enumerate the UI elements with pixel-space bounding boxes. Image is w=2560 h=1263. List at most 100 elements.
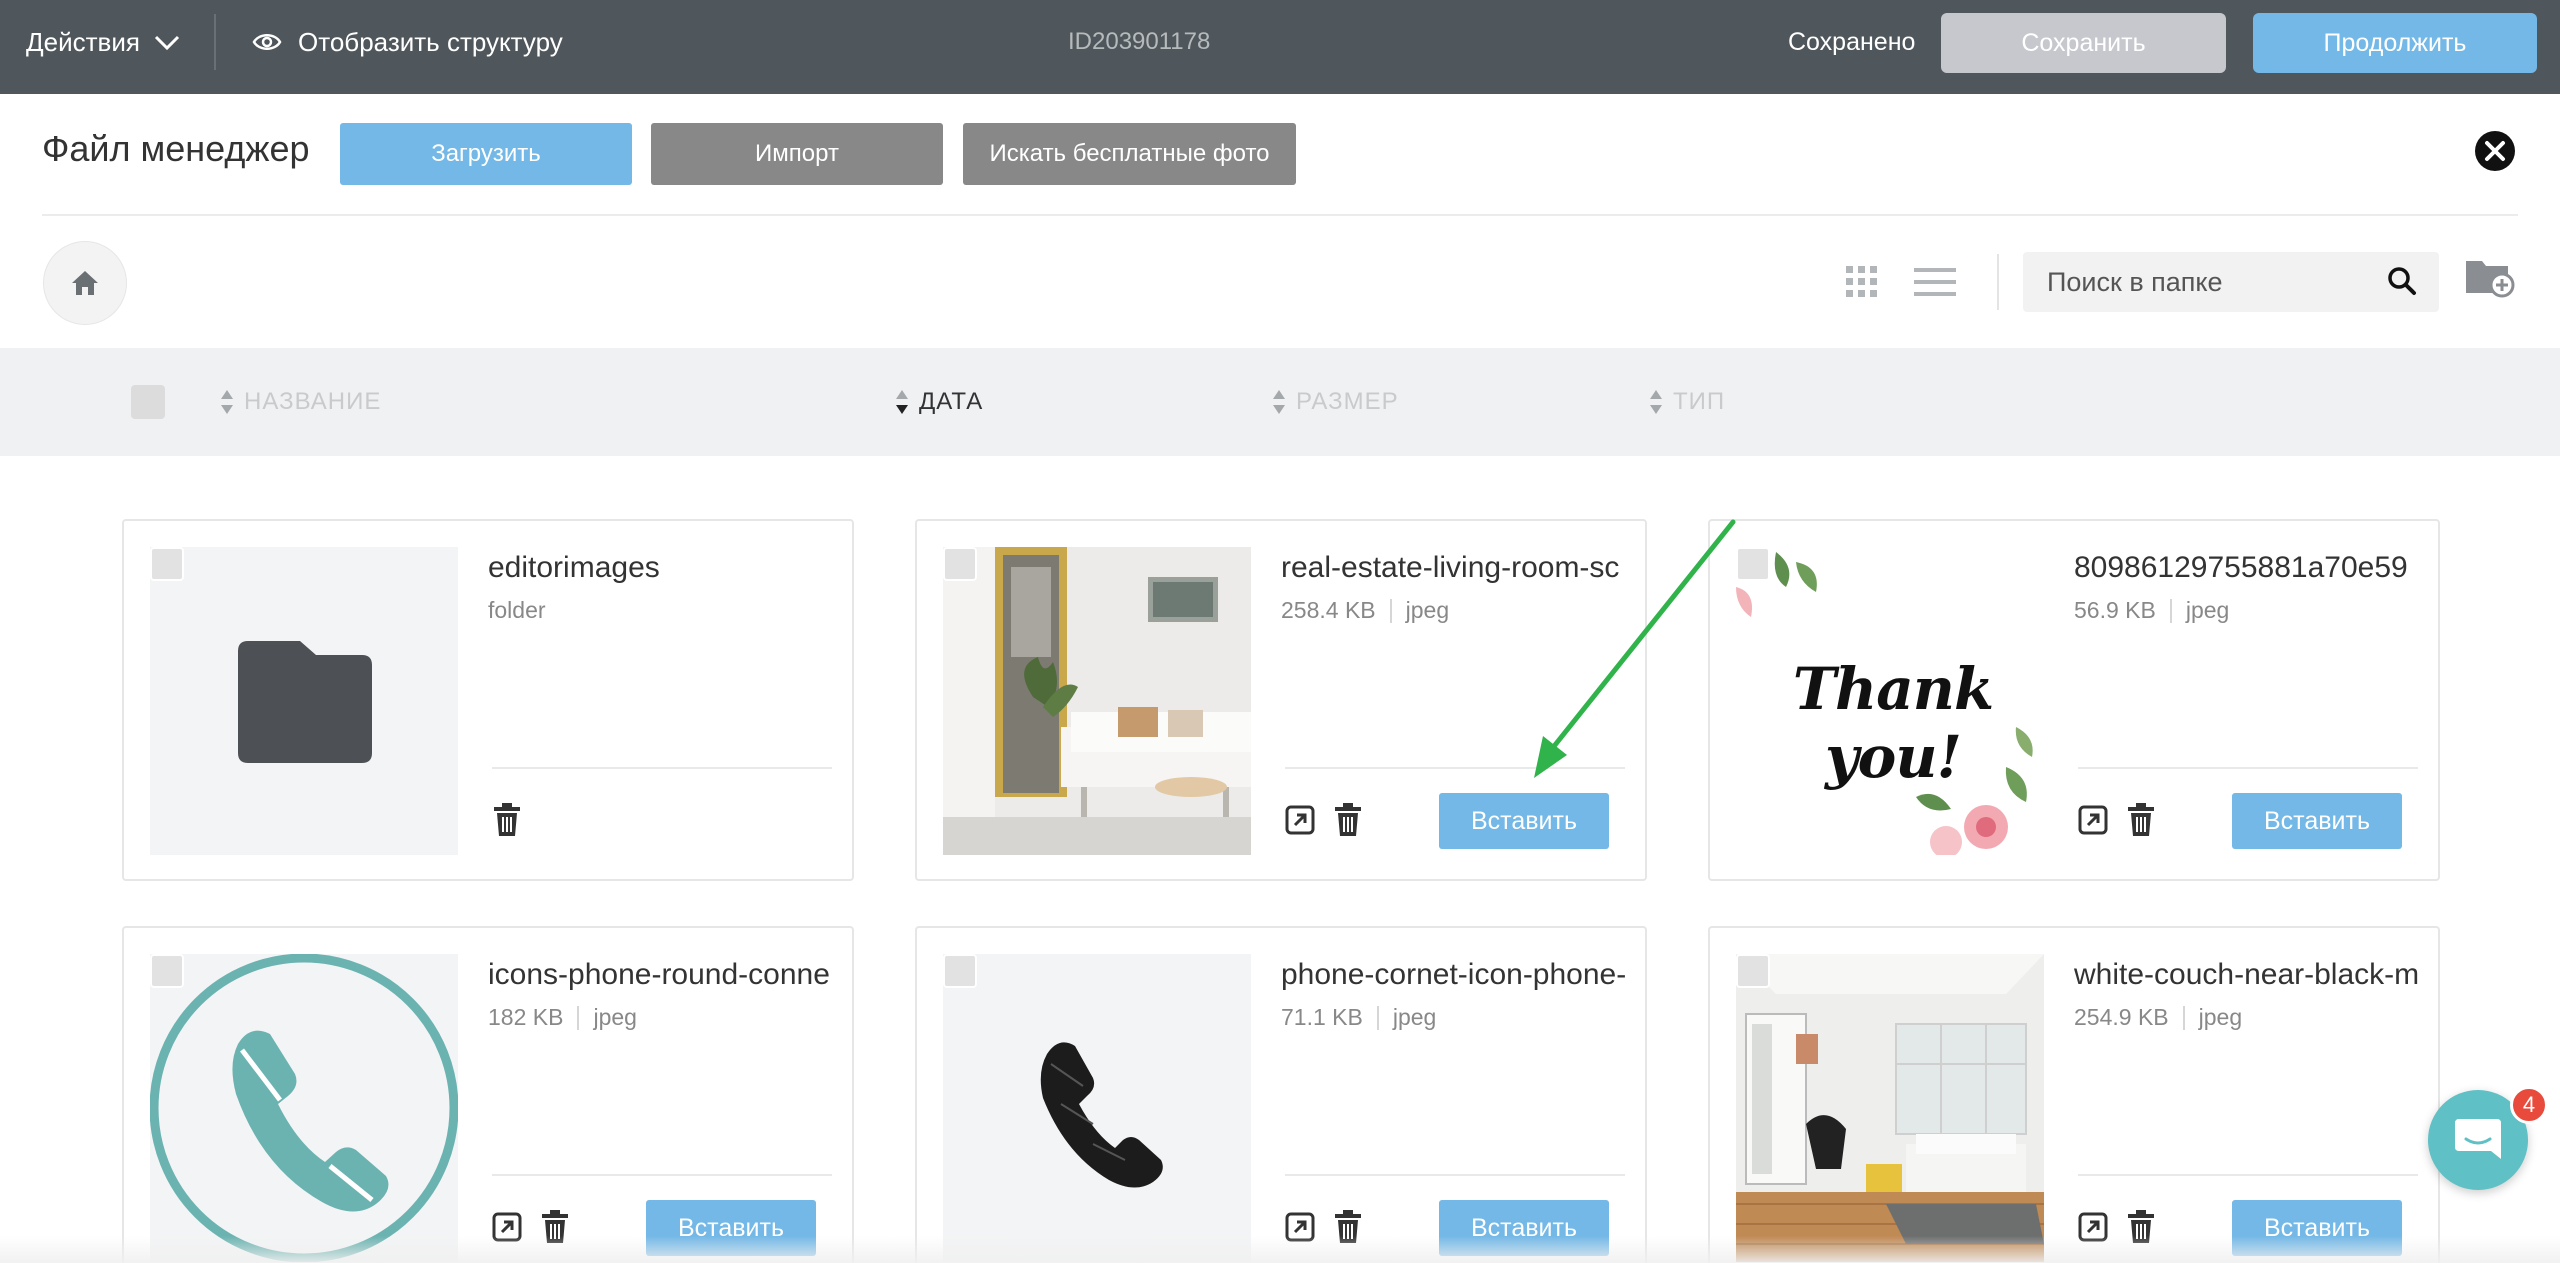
phone-round-thumbnail[interactable] bbox=[150, 954, 458, 1262]
continue-button[interactable]: Продолжить bbox=[2253, 13, 2537, 73]
file-checkbox[interactable] bbox=[943, 954, 977, 988]
new-folder-icon[interactable] bbox=[2464, 255, 2516, 304]
show-structure-toggle[interactable]: Отобразить структуру bbox=[252, 0, 563, 84]
home-button[interactable] bbox=[43, 241, 127, 325]
sort-by-type[interactable]: ТИП bbox=[1649, 384, 1725, 420]
file-size: 258.4 KB bbox=[1281, 597, 1376, 623]
trash-icon[interactable] bbox=[492, 803, 522, 842]
file-meta: 258.4 KB jpeg bbox=[1281, 597, 1449, 624]
card-divider bbox=[1285, 1174, 1625, 1176]
import-button[interactable]: Импорт bbox=[651, 123, 943, 185]
topbar-divider bbox=[214, 14, 216, 70]
phone-round-image bbox=[150, 954, 458, 1262]
meta-separator bbox=[577, 1005, 580, 1030]
phone-cornet-image bbox=[1040, 1042, 1163, 1188]
file-type: jpeg bbox=[2198, 1004, 2243, 1030]
sort-arrows-icon bbox=[1649, 388, 1663, 416]
sort-arrows-icon bbox=[220, 388, 234, 416]
list-view-icon[interactable] bbox=[1914, 268, 1956, 301]
thank-you-thumbnail[interactable]: Thank you! bbox=[1736, 547, 2044, 855]
trash-icon[interactable] bbox=[1333, 803, 1363, 842]
file-card[interactable]: icons-phone-round-conne 182 KB jpeg Вста… bbox=[122, 926, 854, 1263]
site-id: ID203901178 bbox=[1068, 28, 1211, 55]
file-card[interactable]: real-estate-living-room-sc 258.4 KB jpeg… bbox=[915, 519, 1647, 881]
card-divider bbox=[492, 767, 832, 769]
chat-widget-button[interactable]: 4 bbox=[2428, 1086, 2548, 1190]
card-divider bbox=[492, 1174, 832, 1176]
file-meta: 182 KB jpeg bbox=[488, 1004, 637, 1031]
upload-button[interactable]: Загрузить bbox=[340, 123, 632, 185]
file-type: jpeg bbox=[1392, 1004, 1437, 1030]
sort-by-size[interactable]: РАЗМЕР bbox=[1272, 384, 1399, 420]
save-button[interactable]: Сохранить bbox=[1941, 13, 2226, 73]
insert-button[interactable]: Вставить bbox=[1439, 793, 1609, 849]
file-name: phone-cornet-icon-phone- bbox=[1281, 958, 1627, 991]
folder-thumbnail[interactable] bbox=[150, 547, 458, 855]
open-external-icon[interactable] bbox=[2078, 805, 2108, 840]
search-icon[interactable] bbox=[2387, 266, 2417, 301]
card-divider bbox=[2078, 1174, 2418, 1176]
meta-separator bbox=[2182, 1005, 2185, 1030]
file-type: jpeg bbox=[593, 1004, 637, 1030]
meta-separator bbox=[2169, 598, 2172, 623]
structure-label: Отобразить структуру bbox=[298, 26, 563, 57]
file-card[interactable]: editorimages folder bbox=[122, 519, 854, 881]
search-box bbox=[2023, 252, 2439, 312]
chevron-down-icon bbox=[154, 27, 180, 58]
file-card[interactable]: white-couch-near-black-m 254.9 KB jpeg В… bbox=[1708, 926, 2440, 1263]
card-divider bbox=[1285, 767, 1625, 769]
file-card[interactable]: phone-cornet-icon-phone- 71.1 KB jpeg Вс… bbox=[915, 926, 1647, 1263]
phone-cornet-thumbnail[interactable] bbox=[943, 954, 1251, 1262]
file-meta: 71.1 KB jpeg bbox=[1281, 1004, 1436, 1031]
file-checkbox[interactable] bbox=[150, 547, 184, 581]
sort-arrows-icon bbox=[1272, 388, 1286, 416]
toolbar-divider bbox=[1997, 254, 1999, 310]
file-name: editorimages bbox=[488, 551, 660, 584]
column-date-label: ДАТА bbox=[919, 388, 984, 415]
file-type: folder bbox=[488, 597, 546, 623]
meta-separator bbox=[1389, 598, 1392, 623]
file-name: real-estate-living-room-sc bbox=[1281, 551, 1620, 584]
file-meta: 254.9 KB jpeg bbox=[2074, 1004, 2242, 1031]
file-checkbox[interactable] bbox=[1736, 954, 1770, 988]
sort-by-name[interactable]: НАЗВАНИЕ bbox=[220, 384, 381, 420]
file-meta: 56.9 KB jpeg bbox=[2074, 597, 2229, 624]
search-input[interactable] bbox=[2047, 252, 2367, 312]
search-free-photos-button[interactable]: Искать бесплатные фото bbox=[963, 123, 1296, 185]
insert-button[interactable]: Вставить bbox=[2232, 793, 2402, 849]
white-couch-thumbnail[interactable] bbox=[1736, 954, 2044, 1262]
top-bar: Действия Отобразить структуру ID20390117… bbox=[0, 0, 2560, 94]
eye-icon bbox=[252, 31, 282, 53]
sort-arrows-icon bbox=[895, 388, 909, 416]
header-separator bbox=[42, 214, 2518, 216]
trash-icon[interactable] bbox=[2126, 803, 2156, 842]
file-size: 56.9 KB bbox=[2074, 597, 2156, 623]
file-name: 80986129755881a70e59 bbox=[2074, 551, 2408, 584]
open-external-icon[interactable] bbox=[1285, 805, 1315, 840]
living-room-thumbnail[interactable] bbox=[943, 547, 1251, 855]
card-divider bbox=[2078, 767, 2418, 769]
column-header: НАЗВАНИЕ ДАТА РАЗМЕР ТИП bbox=[0, 348, 2560, 456]
file-name: icons-phone-round-conne bbox=[488, 958, 830, 991]
close-icon[interactable] bbox=[2474, 130, 2516, 172]
select-all-checkbox[interactable] bbox=[131, 385, 165, 419]
file-checkbox[interactable] bbox=[943, 547, 977, 581]
column-name-label: НАЗВАНИЕ bbox=[244, 388, 382, 415]
file-size: 254.9 KB bbox=[2074, 1004, 2169, 1030]
file-type: jpeg bbox=[1405, 597, 1450, 623]
file-card[interactable]: Thank you! 80986129755881a70e59 56.9 KB … bbox=[1708, 519, 2440, 881]
grid-view-icon[interactable] bbox=[1846, 266, 1878, 303]
file-checkbox[interactable] bbox=[1736, 547, 1770, 581]
sort-by-date[interactable]: ДАТА bbox=[895, 384, 983, 420]
meta-separator bbox=[1376, 1005, 1379, 1030]
living-room-image bbox=[943, 547, 1251, 855]
file-manager-title: Файл менеджер bbox=[42, 128, 310, 169]
file-checkbox[interactable] bbox=[150, 954, 184, 988]
bottom-fade bbox=[0, 1236, 2560, 1263]
file-size: 71.1 KB bbox=[1281, 1004, 1363, 1030]
file-size: 182 KB bbox=[488, 1004, 564, 1030]
actions-menu[interactable]: Действия bbox=[26, 0, 180, 84]
white-couch-image bbox=[1736, 954, 2044, 1262]
chat-bubble-icon bbox=[2455, 1119, 2501, 1159]
file-meta: folder bbox=[488, 597, 546, 624]
